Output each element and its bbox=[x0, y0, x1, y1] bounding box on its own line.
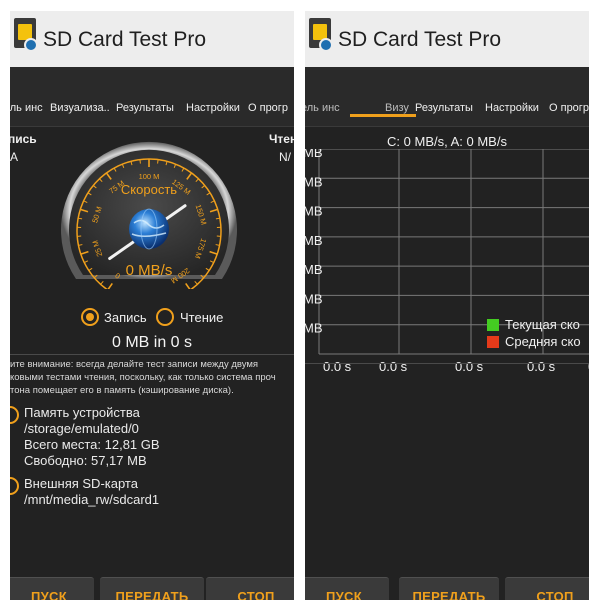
gauge-tick bbox=[194, 280, 198, 285]
y-tick-label: MB bbox=[305, 321, 323, 336]
divider bbox=[10, 354, 294, 355]
x-tick-label: 0.0 s bbox=[455, 359, 484, 374]
tab-visualization[interactable]: Визу bbox=[385, 102, 409, 114]
x-tick-label: 0.0 s bbox=[379, 359, 408, 374]
tab-bar: ель инс Визу Результаты Настройки О прог… bbox=[305, 67, 589, 127]
note-line: тона помещает его в память (кэширование … bbox=[10, 385, 234, 396]
y-tick-label: MB bbox=[305, 149, 323, 160]
write-mode-radio[interactable] bbox=[81, 308, 99, 326]
storage-path: /storage/emulated/0 bbox=[24, 421, 139, 436]
x-tick-label: 0.0 s bbox=[527, 359, 556, 374]
legend-swatch bbox=[487, 319, 499, 331]
sd-card-app-icon bbox=[14, 18, 38, 52]
legend-label: Средняя ско bbox=[505, 334, 581, 349]
tab-settings[interactable]: Настройки bbox=[485, 102, 539, 114]
app-title: SD Card Test Pro bbox=[43, 28, 207, 51]
storage-total: Всего места: 12,81 GB bbox=[24, 437, 160, 452]
tab-results[interactable]: Результаты bbox=[415, 102, 473, 114]
storage-path: /mnt/media_rw/sdcard1 bbox=[24, 492, 160, 507]
storage-name: Память устройства bbox=[24, 405, 140, 420]
chart-title: C: 0 MB/s, A: 0 MB/s bbox=[387, 134, 507, 149]
write-speed-value: A bbox=[10, 150, 19, 164]
y-tick-label: MB bbox=[305, 291, 323, 306]
gauge-speed-readout: 0 MB/s bbox=[126, 262, 173, 279]
tab-device-info[interactable]: ель инс bbox=[305, 102, 340, 114]
chart-bottom-divider bbox=[305, 363, 589, 364]
gauge-tick bbox=[107, 282, 113, 289]
gauge-tick bbox=[139, 159, 141, 164]
x-tick-label: 0.0 s bbox=[323, 359, 352, 374]
test-mode-selector: Запись Чтение bbox=[10, 307, 294, 327]
storage-radio[interactable] bbox=[10, 477, 19, 495]
speed-gauge: 025 M50 M75 M100 M125 M150 M175 M200 M С… bbox=[61, 141, 238, 289]
legend-swatch bbox=[487, 336, 499, 348]
tab-device-info[interactable]: ель инс bbox=[10, 102, 43, 114]
tab-results[interactable]: Результаты bbox=[116, 102, 174, 114]
gauge-tick bbox=[157, 159, 159, 164]
visualization-screen: SD Card Test Pro ель инс Визу Результаты… bbox=[305, 11, 589, 600]
gauge-title: Скорость bbox=[121, 182, 177, 197]
selected-tab-indicator bbox=[350, 114, 416, 117]
speed-test-screen: SD Card Test Pro ель инс Визуализа.. Рез… bbox=[10, 11, 294, 600]
sd-card-app-icon bbox=[309, 18, 333, 52]
write-mode-label: Запись bbox=[104, 310, 147, 325]
chart-y-axis: MB MB MB MB MB MB MB bbox=[305, 149, 323, 336]
tab-about[interactable]: О прогр bbox=[248, 102, 288, 114]
stop-button[interactable]: СТОП bbox=[505, 577, 589, 600]
app-title: SD Card Test Pro bbox=[338, 28, 502, 51]
y-tick-label: MB bbox=[305, 204, 323, 219]
storage-radio[interactable] bbox=[10, 406, 19, 424]
y-tick-label: MB bbox=[305, 262, 323, 277]
read-speed-label: Чтени bbox=[269, 132, 294, 146]
test-summary: 0 MB in 0 s bbox=[111, 334, 193, 351]
storage-option-sdcard[interactable]: Внешняя SD-карта /mnt/media_rw/sdcard1 bbox=[10, 473, 294, 509]
gauge-tick bbox=[100, 280, 104, 285]
radio-selected-dot bbox=[86, 313, 94, 321]
gauge-tick bbox=[185, 282, 191, 289]
stop-button[interactable]: СТОП bbox=[206, 577, 294, 600]
legend-label: Текущая ско bbox=[505, 317, 580, 332]
app-bar: SD Card Test Pro bbox=[305, 11, 589, 67]
gauge-tick bbox=[78, 217, 83, 220]
start-button[interactable]: ПУСК bbox=[10, 577, 94, 600]
read-mode-label: Чтение bbox=[180, 310, 224, 325]
tab-bar: ель инс Визуализа.. Результаты Настройки… bbox=[10, 67, 294, 127]
gauge-tick-label: 100 M bbox=[139, 172, 160, 181]
app-bar: SD Card Test Pro bbox=[10, 11, 294, 67]
x-tick-label: 0.0 s bbox=[588, 359, 589, 374]
gauge-tick bbox=[215, 217, 220, 220]
globe-icon bbox=[129, 208, 169, 250]
note-line: ковыми тестами чтения, поскольку, как то… bbox=[10, 372, 276, 383]
start-button[interactable]: ПУСК bbox=[305, 577, 389, 600]
y-tick-label: MB bbox=[305, 233, 323, 248]
tab-visualization[interactable]: Визуализа.. bbox=[50, 102, 110, 114]
storage-free: Свободно: 57,17 MB bbox=[24, 453, 147, 468]
y-tick-label: MB bbox=[305, 174, 323, 189]
share-button[interactable]: ПЕРЕДАТЬ bbox=[399, 577, 499, 600]
note-line: ите внимание: всегда делайте тест записи… bbox=[10, 359, 259, 370]
storage-name: Внешняя SD-карта bbox=[24, 476, 138, 491]
share-button[interactable]: ПЕРЕДАТЬ bbox=[100, 577, 204, 600]
storage-option-internal[interactable]: Память устройства /storage/emulated/0 Вс… bbox=[10, 402, 294, 472]
cache-warning-note: ите внимание: всегда делайте тест записи… bbox=[10, 358, 294, 397]
tab-settings[interactable]: Настройки bbox=[186, 102, 240, 114]
tab-about[interactable]: О прогр bbox=[549, 102, 589, 114]
chart-x-axis: 0.0 s 0.0 s 0.0 s 0.0 s 0.0 s bbox=[323, 359, 589, 374]
read-mode-radio[interactable] bbox=[156, 308, 174, 326]
read-speed-value: N/ bbox=[279, 150, 291, 164]
write-speed-label: пись bbox=[10, 132, 37, 146]
